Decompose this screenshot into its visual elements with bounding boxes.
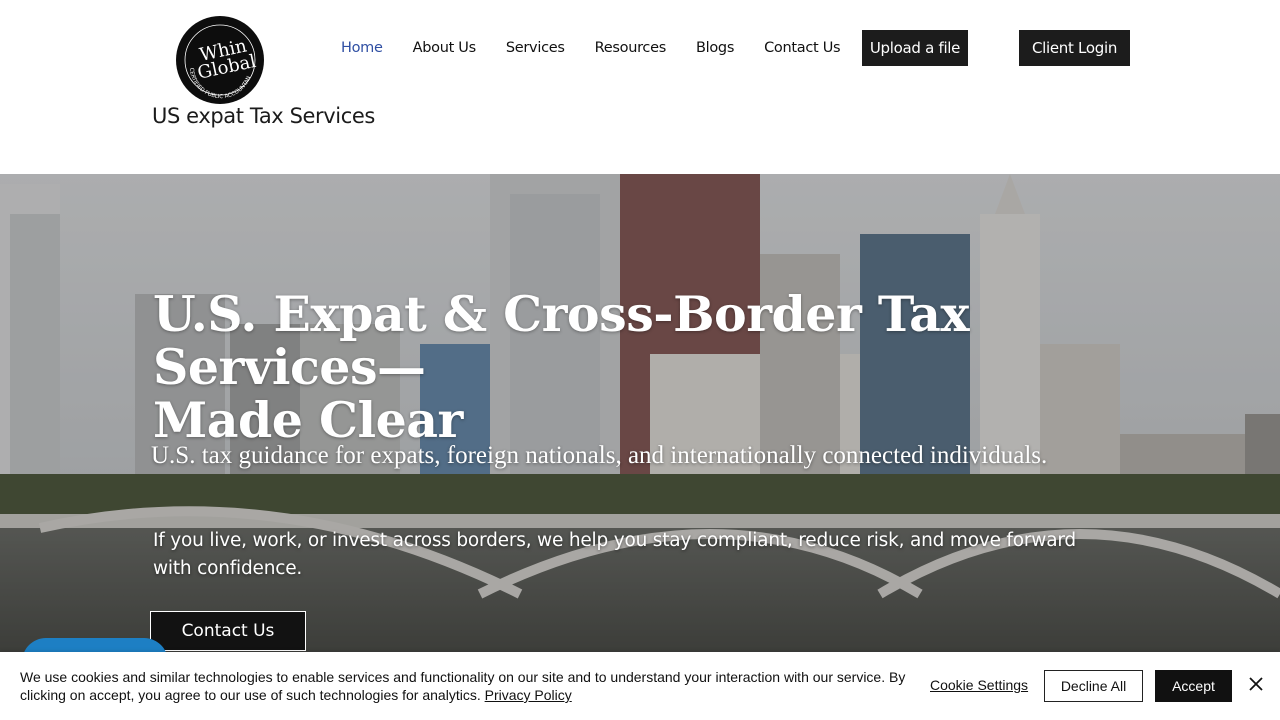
site-title[interactable]: US expat Tax Services [152, 104, 375, 128]
decline-all-button[interactable]: Decline All [1044, 670, 1143, 702]
cookie-banner: We use cookies and similar technologies … [0, 652, 1280, 720]
hero-section: U.S. Expat & Cross-Border Tax Services— … [0, 174, 1280, 720]
nav-home[interactable]: Home [326, 40, 398, 56]
close-icon[interactable] [1247, 675, 1265, 693]
hero-title: U.S. Expat & Cross-Border Tax Services— … [153, 288, 1153, 447]
nav-about-us[interactable]: About Us [398, 40, 491, 56]
nav-resources[interactable]: Resources [580, 40, 681, 56]
main-nav: Home About Us Services Resources Blogs C… [326, 30, 855, 66]
client-login-button[interactable]: Client Login [1019, 30, 1130, 66]
cookie-settings-link[interactable]: Cookie Settings [930, 677, 1028, 693]
hero-contact-button[interactable]: Contact Us [150, 611, 306, 651]
hero-title-line-1: U.S. Expat & Cross-Border Tax Services— [153, 285, 970, 396]
nav-services[interactable]: Services [491, 40, 580, 56]
hero-title-line-2: Made Clear [153, 391, 463, 449]
upload-file-button[interactable]: Upload a file [862, 30, 968, 66]
nav-contact-us[interactable]: Contact Us [749, 40, 855, 56]
hero-subtitle: U.S. tax guidance for expats, foreign na… [151, 442, 1048, 469]
nav-blogs[interactable]: Blogs [681, 40, 749, 56]
cookie-message: We use cookies and similar technologies … [20, 668, 920, 704]
accept-button[interactable]: Accept [1155, 670, 1232, 702]
logo[interactable]: CERTIFIED PUBLIC ACCOUNTANTS Whin Global [176, 16, 264, 104]
cookie-text: We use cookies and similar technologies … [20, 669, 906, 703]
hero-body-text: If you live, work, or invest across bord… [153, 530, 1076, 579]
site-header: CERTIFIED PUBLIC ACCOUNTANTS Whin Global… [0, 0, 1280, 174]
privacy-policy-link[interactable]: Privacy Policy [485, 687, 572, 703]
